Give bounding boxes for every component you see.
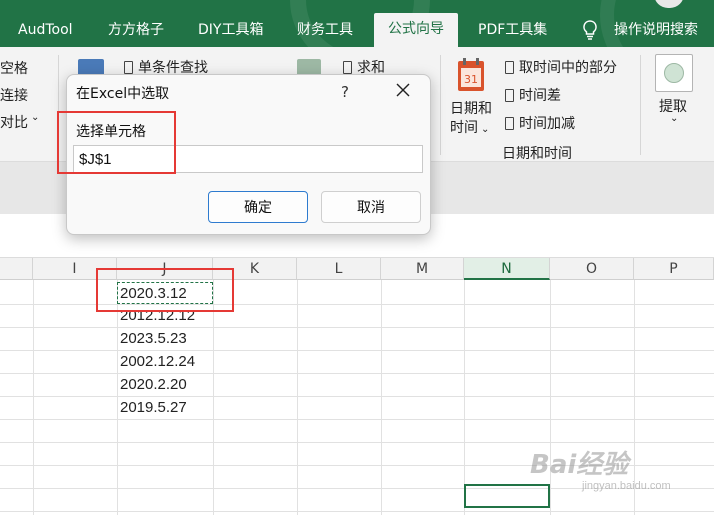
grid-line [0, 373, 714, 374]
grid-line [0, 511, 714, 512]
dialog-title: 在Excel中选取 [76, 86, 170, 102]
bookmark-icon [505, 117, 514, 130]
grid-line [464, 280, 465, 515]
grid-line [0, 327, 714, 328]
time-difference-label: 时间差 [519, 88, 561, 104]
tab-audtool[interactable]: AudTool [18, 14, 73, 47]
datetime-big-button-label: 时间 [450, 120, 478, 136]
bookmark-icon [124, 61, 133, 74]
grid-line [0, 442, 714, 443]
ribbon-tab-bar: AudTool 方方格子 DIY工具箱 财务工具 公式向导 PDF工具集 操作说… [0, 0, 714, 47]
group-separator [440, 55, 441, 155]
column-header-m[interactable]: M [381, 258, 464, 280]
datetime-big-button[interactable]: 日期和 [450, 98, 492, 118]
help-button[interactable]: ? [341, 83, 349, 101]
chevron-down-icon: ⌄ [481, 124, 490, 135]
close-button[interactable] [393, 80, 413, 100]
cancel-button[interactable]: 取消 [321, 191, 421, 223]
time-add-subtract-button[interactable]: 时间加减 [505, 113, 575, 133]
chevron-down-icon[interactable]: ⌄ [670, 113, 678, 124]
grid-line [117, 280, 118, 515]
watermark-brand: Bai经验 [530, 450, 629, 480]
ok-button[interactable]: 确定 [208, 191, 308, 223]
time-add-subtract-label: 时间加减 [519, 116, 575, 132]
grid-line [213, 280, 214, 515]
bookmark-icon [505, 61, 514, 74]
tab-diy-toolbox[interactable]: DIY工具箱 [198, 14, 263, 47]
extract-icon[interactable] [655, 54, 693, 92]
calendar-icon[interactable]: 31 [457, 58, 485, 96]
ribbon-item-partial[interactable]: 空格 [0, 58, 28, 78]
svg-text:31: 31 [464, 73, 478, 86]
grid-line [0, 350, 714, 351]
grid-line [0, 419, 714, 420]
grid-line [33, 280, 34, 515]
grid-line [297, 280, 298, 515]
tab-pdf-tools[interactable]: PDF工具集 [478, 14, 547, 47]
tab-fangfang-gezi[interactable]: 方方格子 [108, 14, 164, 47]
cell-j5[interactable]: 2020.2.20 [120, 374, 187, 396]
active-cell-cursor[interactable] [464, 484, 550, 508]
bookmark-icon [343, 61, 352, 74]
cell-j4[interactable]: 2002.12.24 [120, 351, 195, 373]
datetime-big-button-line2[interactable]: 时间 ⌄ [450, 117, 489, 137]
time-difference-button[interactable]: 时间差 [505, 85, 561, 105]
bookmark-icon [505, 89, 514, 102]
cell-j6[interactable]: 2019.5.27 [120, 397, 187, 419]
group-separator [640, 55, 641, 155]
ribbon-item-partial[interactable]: 对比 [0, 112, 28, 132]
lightbulb-icon[interactable] [582, 20, 598, 44]
chevron-down-icon[interactable]: ⌄ [31, 112, 39, 123]
column-header-n[interactable]: N [464, 258, 550, 280]
tab-formula-wizard[interactable]: 公式向导 [374, 13, 458, 47]
column-header-blank[interactable] [0, 258, 33, 280]
extract-time-part-button[interactable]: 取时间中的部分 [505, 57, 617, 77]
close-icon [396, 83, 410, 97]
cell-j3[interactable]: 2023.5.23 [120, 328, 187, 350]
annotation-highlight [57, 111, 176, 174]
tab-finance-tools[interactable]: 财务工具 [297, 14, 353, 47]
group-label-datetime: 日期和时间 [502, 146, 572, 162]
circle-icon [664, 63, 684, 83]
grid-line [381, 280, 382, 515]
extract-time-part-label: 取时间中的部分 [519, 60, 617, 76]
column-header-p[interactable]: P [634, 258, 714, 280]
watermark-url: jingyan.baidu.com [582, 480, 671, 492]
annotation-highlight [96, 268, 234, 312]
column-header-l[interactable]: L [297, 258, 381, 280]
column-header-o[interactable]: O [550, 258, 634, 280]
ribbon-item-partial[interactable]: 连接 [0, 85, 28, 105]
grid-line [0, 396, 714, 397]
tell-me-search[interactable]: 操作说明搜索 [614, 14, 698, 47]
